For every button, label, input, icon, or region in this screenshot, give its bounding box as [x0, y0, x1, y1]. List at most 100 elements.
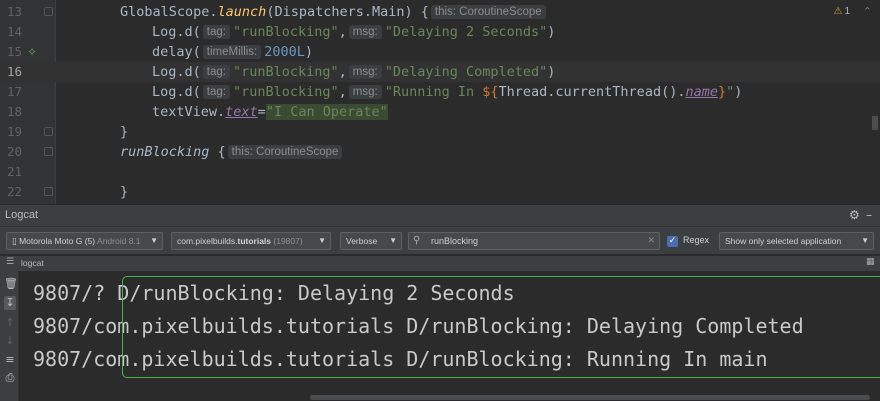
minimize-icon[interactable]: – [866, 208, 872, 222]
code-token: delay( [152, 44, 201, 60]
editor-scroll-marker[interactable] [872, 116, 878, 130]
filter-selector[interactable]: Show only selected application ▼ [719, 232, 874, 250]
code-line-13: 13 GlobalScope.launch(Dispatchers.Main) … [0, 2, 880, 22]
inlay-hint: tag: [202, 25, 230, 39]
code-token: GlobalScope. [120, 4, 218, 20]
chevron-up-icon[interactable]: ⌃ [863, 5, 872, 18]
code-line-17: 17 Log.d(tag: "runBlocking", msg: "Running … [0, 82, 880, 102]
line-number: 18 [6, 104, 22, 119]
chevron-down-icon: ▼ [389, 236, 397, 245]
up-arrow-icon[interactable]: ↑ [4, 316, 16, 330]
code-line-18: 18 textView.text="I Can Operate" [0, 102, 880, 122]
code-token: ) [734, 84, 743, 100]
code-token: launch [217, 4, 267, 20]
code-line-20: 20 runBlocking {this: CoroutineScope [0, 142, 880, 162]
code-token: } [120, 124, 129, 140]
code-token: , [338, 64, 347, 80]
chevron-down-icon: ▼ [318, 236, 326, 245]
code-token: "Running In [384, 84, 483, 100]
inlay-hint: timeMillis: [202, 45, 262, 59]
code-token: 2000L [264, 44, 305, 60]
print-icon[interactable]: ⎙ [4, 371, 16, 385]
code-token: text [225, 104, 258, 120]
fold-marker-icon[interactable] [44, 147, 53, 156]
code-token: runBlocking [120, 144, 210, 160]
down-arrow-icon[interactable]: ↓ [4, 334, 16, 348]
code-token: = [257, 104, 266, 120]
logcat-search: ⚲ ✕ [408, 232, 660, 250]
code-token: Log.d( [152, 64, 201, 80]
inlay-hint: tag: [202, 85, 230, 99]
code-token: ) [547, 64, 556, 80]
search-input[interactable] [431, 234, 631, 248]
chevron-down-icon: ▼ [861, 236, 869, 245]
device-detail: Android 8.1 [97, 236, 141, 246]
inlay-hint: msg: [348, 85, 382, 99]
code-token: name [685, 84, 718, 100]
log-level-selector[interactable]: Verbose ▼ [340, 232, 402, 250]
code-token: Thread.currentThread(). [498, 84, 686, 100]
process-selector[interactable]: com.pixelbuilds.tutorials (19807) ▼ [171, 232, 331, 250]
device-selector[interactable]: ▯ Motorola Moto G (5) Android 8.1 ▼ [6, 232, 163, 250]
code-token: ) [304, 44, 314, 60]
search-icon: ⚲ [413, 235, 421, 246]
device-icon: ▯ [12, 237, 17, 247]
code-token: "Delaying Completed" [384, 64, 548, 80]
line-number: 13 [6, 4, 22, 19]
line-number: 19 [6, 124, 22, 139]
line-number: 14 [6, 24, 22, 39]
code-token: ${ [482, 84, 499, 100]
fold-marker-icon[interactable] [44, 127, 53, 136]
code-token: ) [547, 24, 556, 40]
device-name: Motorola Moto G (5) [19, 236, 96, 246]
process-pid: (19807) [273, 236, 303, 246]
code-token: "Delaying 2 Seconds" [384, 24, 548, 40]
code-token: , [338, 24, 347, 40]
inlay-hint: msg: [348, 65, 382, 79]
gear-icon[interactable]: ⚙ [849, 208, 860, 222]
line-number: 22 [6, 184, 22, 199]
trash-icon[interactable]: 🗑 [4, 277, 18, 291]
code-token: } [120, 184, 129, 200]
logcat-side-toolbar: 🗑 ↧ ↑ ↓ ≡ ⎙ [0, 271, 19, 401]
inlay-hint: this: CoroutineScope [227, 145, 343, 159]
logcat-tool-window-header: Logcat ⚙ – [0, 204, 880, 226]
logcat-section-label: logcat [21, 258, 44, 268]
code-editor[interactable]: 13 GlobalScope.launch(Dispatchers.Main) … [0, 0, 880, 204]
suspend-call-icon: ✧ [27, 45, 38, 59]
regex-label: Regex [683, 235, 710, 245]
code-token: (Dispatchers.Main) { [266, 4, 429, 20]
filter-value: Show only selected application [725, 236, 842, 246]
code-token: Log.d( [152, 24, 201, 40]
fold-marker-icon[interactable] [44, 187, 53, 196]
code-token: "runBlocking" [232, 84, 339, 100]
line-number: 17 [6, 84, 22, 99]
warning-badge[interactable]: ⚠ 1 [833, 6, 850, 17]
logcat-output[interactable]: 9807/? D/runBlocking: Delaying 2 Seconds… [19, 271, 880, 401]
code-token: Log.d( [152, 84, 201, 100]
code-token: "runBlocking" [232, 64, 339, 80]
fold-marker-icon[interactable] [44, 7, 53, 16]
line-number: 16 [6, 64, 22, 79]
scroll-to-end-icon[interactable]: ↧ [4, 296, 16, 310]
line-number: 15 [6, 44, 22, 59]
regex-checkbox[interactable]: ✓ [667, 236, 678, 247]
clear-icon[interactable]: ✕ [647, 234, 655, 248]
code-token: "runBlocking" [232, 24, 339, 40]
code-token: { [209, 144, 226, 160]
logcat-toolbar: ▯ Motorola Moto G (5) Android 8.1 ▼ com.… [0, 226, 880, 255]
layout-icon[interactable]: ▦ [866, 257, 875, 267]
logcat-icon: ☰ [6, 257, 15, 267]
highlight-box [122, 276, 880, 378]
logcat-section-header: ☰ logcat ▦ [0, 256, 880, 271]
horizontal-scrollbar[interactable] [310, 395, 870, 400]
code-line-22: 22 } [0, 182, 880, 202]
code-token: } [717, 84, 727, 100]
chevron-down-icon: ▼ [150, 236, 158, 245]
inlay-hint: msg: [348, 25, 382, 39]
code-line-19: 19 } [0, 122, 880, 142]
soft-wrap-icon[interactable]: ≡ [4, 353, 16, 367]
inlay-hint: tag: [202, 65, 230, 79]
code-line-16: 16 Log.d(tag: "runBlocking", msg: "Delaying… [0, 62, 880, 82]
inlay-hint: this: CoroutineScope [430, 5, 546, 19]
